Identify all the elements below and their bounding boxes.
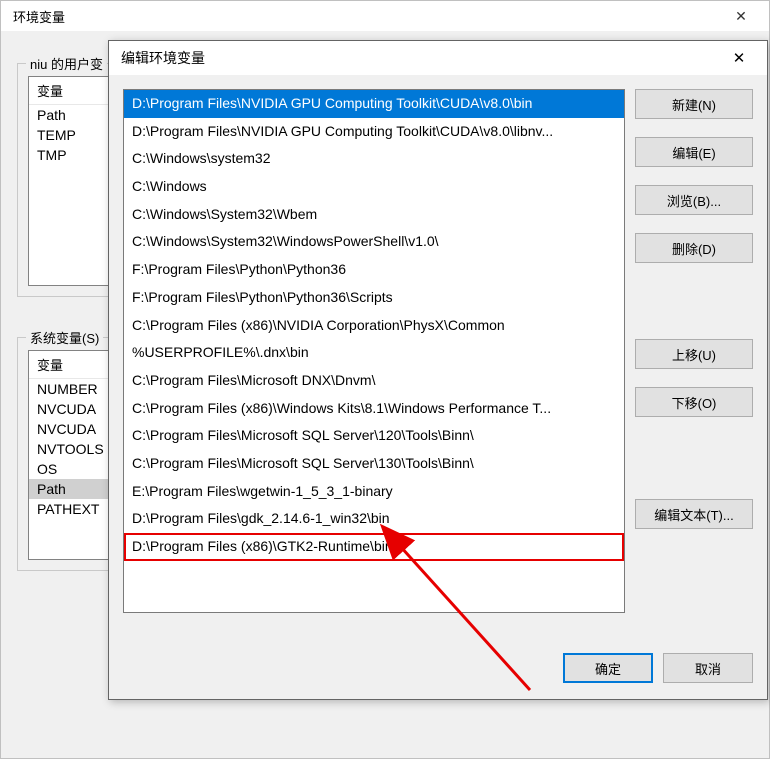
parent-titlebar: 环境变量 ✕	[1, 1, 769, 31]
list-item[interactable]: C:\Program Files\Microsoft DNX\Dnvm\	[124, 367, 624, 395]
spacer	[635, 435, 753, 481]
list-item[interactable]: D:\Program Files\NVIDIA GPU Computing To…	[124, 90, 624, 118]
list-item[interactable]: %USERPROFILE%\.dnx\bin	[124, 339, 624, 367]
list-item[interactable]: E:\Program Files\wgetwin-1_5_3_1-binary	[124, 478, 624, 506]
cancel-button[interactable]: 取消	[663, 653, 753, 683]
ok-button[interactable]: 确定	[563, 653, 653, 683]
list-item[interactable]: C:\Program Files\Microsoft SQL Server\12…	[124, 422, 624, 450]
list-item[interactable]: F:\Program Files\Python\Python36	[124, 256, 624, 284]
user-vars-label: niu 的用户变	[26, 54, 107, 73]
parent-title: 环境变量	[13, 7, 65, 26]
list-item[interactable]: C:\Windows	[124, 173, 624, 201]
child-button-row: 确定 取消	[109, 639, 767, 699]
left-column: D:\Program Files\NVIDIA GPU Computing To…	[123, 89, 625, 639]
list-item[interactable]: C:\Windows\system32	[124, 145, 624, 173]
path-listbox[interactable]: D:\Program Files\NVIDIA GPU Computing To…	[123, 89, 625, 613]
close-icon[interactable]: ✕	[721, 1, 761, 31]
list-item[interactable]: C:\Program Files (x86)\NVIDIA Corporatio…	[124, 312, 624, 340]
browse-button[interactable]: 浏览(B)...	[635, 185, 753, 215]
moveup-button[interactable]: 上移(U)	[635, 339, 753, 369]
list-item[interactable]: D:\Program Files\NVIDIA GPU Computing To…	[124, 118, 624, 146]
system-vars-label: 系统变量(S)	[26, 328, 103, 347]
child-title: 编辑环境变量	[121, 48, 205, 68]
child-body: D:\Program Files\NVIDIA GPU Computing To…	[109, 75, 767, 639]
list-item[interactable]: C:\Program Files (x86)\Windows Kits\8.1\…	[124, 395, 624, 423]
edit-button[interactable]: 编辑(E)	[635, 137, 753, 167]
list-item[interactable]: C:\Windows\System32\Wbem	[124, 201, 624, 229]
movedown-button[interactable]: 下移(O)	[635, 387, 753, 417]
list-item[interactable]: C:\Program Files\Microsoft SQL Server\13…	[124, 450, 624, 478]
child-titlebar: 编辑环境变量 ✕	[109, 41, 767, 75]
right-column: 新建(N) 编辑(E) 浏览(B)... 删除(D) 上移(U) 下移(O) 编…	[635, 89, 753, 639]
list-item[interactable]: C:\Windows\System32\WindowsPowerShell\v1…	[124, 228, 624, 256]
close-icon[interactable]: ✕	[717, 43, 761, 73]
list-item[interactable]: D:\Program Files\gdk_2.14.6-1_win32\bin	[124, 505, 624, 533]
list-item[interactable]: D:\Program Files (x86)\GTK2-Runtime\bin	[124, 533, 624, 561]
list-item[interactable]: F:\Program Files\Python\Python36\Scripts	[124, 284, 624, 312]
edit-env-var-dialog: 编辑环境变量 ✕ D:\Program Files\NVIDIA GPU Com…	[108, 40, 768, 700]
new-button[interactable]: 新建(N)	[635, 89, 753, 119]
spacer	[635, 281, 753, 321]
delete-button[interactable]: 删除(D)	[635, 233, 753, 263]
edit-text-button[interactable]: 编辑文本(T)...	[635, 499, 753, 529]
